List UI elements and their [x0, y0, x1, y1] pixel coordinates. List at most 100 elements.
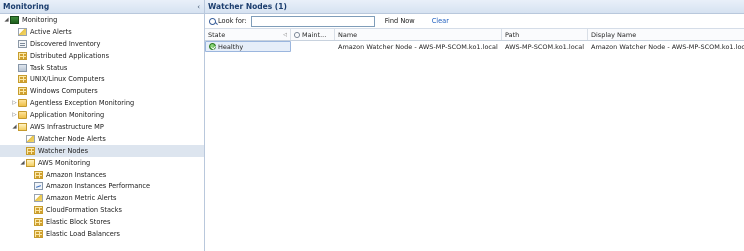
tree-item-label: Discovered Inventory	[30, 39, 101, 48]
tree-item-label: AWS Monitoring	[38, 158, 91, 167]
look-for-label: Look for:	[209, 17, 247, 25]
tree-item-label: Amazon Instances Performance	[46, 182, 151, 191]
column-header-state[interactable]: State ◁	[205, 29, 291, 40]
navigation-pane: Monitoring ‹ ◢ Monitoring Active Alerts Dis…	[0, 0, 205, 251]
tree-item[interactable]: Amazon Metric Alerts	[0, 192, 204, 204]
column-header-path[interactable]: Path	[502, 29, 588, 40]
task-view-icon	[18, 63, 27, 72]
state-view-icon	[34, 206, 43, 215]
monitoring-tree: ◢ Monitoring Active Alerts Discovered Inven…	[0, 14, 204, 240]
alert-view-icon	[26, 134, 35, 143]
tree-item[interactable]: CloudFormation Stacks	[0, 204, 204, 216]
column-header-path-label: Path	[505, 30, 520, 39]
tree-item-label: Distributed Applications	[30, 51, 110, 60]
column-header-maintenance[interactable]: Maint...	[291, 29, 335, 40]
results-pane: Watcher Nodes (1) Look for: Find Now Cle…	[205, 0, 744, 251]
maintenance-cell[interactable]	[291, 41, 335, 52]
display-name-value: Amazon Watcher Node - AWS-MP-SCOM.ko1.lo…	[591, 42, 744, 51]
expand-toggle-icon[interactable]: ◢	[11, 124, 18, 130]
tree-item[interactable]: Windows Computers	[0, 85, 204, 97]
view-title: Watcher Nodes (1)	[208, 2, 287, 11]
tree-item[interactable]: ◢ Monitoring	[0, 14, 204, 26]
tree-item-label: Monitoring	[22, 15, 58, 24]
path-cell[interactable]: AWS-MP-SCOM.ko1.local	[502, 41, 588, 52]
tree-item-label: Agentless Exception Monitoring	[30, 99, 135, 108]
state-view-icon	[34, 218, 43, 227]
table-row[interactable]: Healthy Amazon Watcher Node - AWS-MP-SCO…	[205, 41, 744, 52]
tree-item-label: Active Alerts	[30, 27, 72, 36]
name-value: Amazon Watcher Node - AWS-MP-SCOM.ko1.lo…	[338, 42, 498, 51]
column-header-display-name[interactable]: Display Name	[588, 29, 744, 40]
healthy-check-icon	[209, 43, 216, 50]
monitor-icon	[10, 15, 19, 24]
tree-item[interactable]: ◢ AWS Monitoring	[0, 157, 204, 169]
tree-item[interactable]: Amazon Instances	[0, 169, 204, 181]
column-header-name[interactable]: Name	[335, 29, 502, 40]
display-name-cell[interactable]: Amazon Watcher Node - AWS-MP-SCOM.ko1.lo…	[588, 41, 744, 52]
expand-toggle-icon[interactable]: ▷	[11, 100, 18, 106]
tree-item-label: AWS Infrastructure MP	[30, 122, 104, 131]
column-header-name-label: Name	[338, 30, 358, 39]
state-view-icon	[18, 75, 27, 84]
look-for-text: Look for:	[218, 17, 247, 25]
tree-item[interactable]: ▷ Application Monitoring	[0, 109, 204, 121]
grid-header: State ◁ Maint... Name Path Display Name	[205, 29, 744, 41]
sort-icon: ◁	[283, 31, 287, 38]
tree-item-label: Watcher Nodes	[38, 146, 89, 155]
column-header-maintenance-label: Maint...	[302, 30, 327, 39]
tree-item[interactable]: Distributed Applications	[0, 50, 204, 62]
tree-item[interactable]: Elastic Block Stores	[0, 216, 204, 228]
tree-item-label: Elastic Load Balancers	[46, 229, 120, 238]
tree-item-label: Application Monitoring	[30, 111, 105, 120]
folder-icon	[18, 99, 27, 108]
tree-item[interactable]: ◢ AWS Infrastructure MP	[0, 121, 204, 133]
navigation-pane-header: Monitoring ‹	[0, 0, 204, 14]
tree-item-label: UNIX/Linux Computers	[30, 75, 105, 84]
tree-item[interactable]: Active Alerts	[0, 26, 204, 38]
tree-item[interactable]: Watcher Nodes	[0, 144, 204, 157]
tree-item-label: Amazon Metric Alerts	[46, 194, 117, 203]
tree-item-label: CloudFormation Stacks	[46, 206, 122, 215]
tree-item-label: Elastic Block Stores	[46, 218, 111, 227]
tree-item[interactable]: Discovered Inventory	[0, 38, 204, 50]
state-view-icon	[18, 87, 27, 96]
state-view-icon	[34, 170, 43, 179]
state-cell[interactable]: Healthy	[205, 41, 291, 52]
path-value: AWS-MP-SCOM.ko1.local	[505, 42, 585, 51]
tree-item[interactable]: ▷ Agentless Exception Monitoring	[0, 97, 204, 109]
expand-toggle-icon[interactable]: ◢	[19, 160, 26, 166]
folder-open-icon	[18, 122, 27, 131]
name-cell[interactable]: Amazon Watcher Node - AWS-MP-SCOM.ko1.lo…	[335, 41, 502, 52]
folder-open-icon	[26, 158, 35, 167]
list-view-icon	[18, 39, 27, 48]
alert-view-icon	[18, 27, 27, 36]
performance-view-icon	[34, 182, 43, 191]
tree-item[interactable]: Task Status	[0, 62, 204, 74]
maintenance-mode-icon	[294, 31, 300, 38]
state-view-icon	[26, 146, 35, 155]
tree-item[interactable]: Elastic Load Balancers	[0, 228, 204, 240]
tree-item-label: Watcher Node Alerts	[38, 134, 106, 143]
expand-toggle-icon[interactable]: ◢	[3, 17, 10, 23]
tree-item[interactable]: Watcher Node Alerts	[0, 133, 204, 145]
results-pane-header: Watcher Nodes (1)	[205, 0, 744, 14]
state-view-icon	[34, 229, 43, 238]
folder-icon	[18, 111, 27, 120]
column-header-display-name-label: Display Name	[591, 30, 637, 39]
search-icon	[209, 17, 216, 25]
clear-button[interactable]: Clear	[432, 17, 449, 25]
state-value: Healthy	[218, 42, 244, 51]
tree-item[interactable]: UNIX/Linux Computers	[0, 73, 204, 85]
alert-view-icon	[34, 194, 43, 203]
tree-item[interactable]: Amazon Instances Performance	[0, 180, 204, 192]
find-now-button[interactable]: Find Now	[385, 17, 415, 25]
state-view-icon	[18, 51, 27, 60]
tree-item-label: Task Status	[30, 63, 68, 72]
tree-item-label: Amazon Instances	[46, 170, 107, 179]
navigation-pane-title: Monitoring	[3, 2, 50, 11]
search-input[interactable]	[250, 15, 375, 27]
tree-item-label: Windows Computers	[30, 87, 98, 96]
column-header-state-label: State	[208, 30, 226, 39]
collapse-pane-icon[interactable]: ‹	[197, 3, 200, 11]
expand-toggle-icon[interactable]: ▷	[11, 112, 18, 118]
